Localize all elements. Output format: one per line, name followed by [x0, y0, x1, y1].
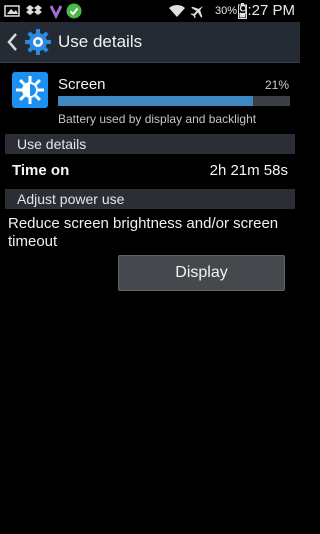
usage-item-percent: 21%	[264, 78, 289, 92]
time-on-value: 2h 21m 58s	[209, 162, 288, 179]
battery-percent: 30%	[214, 5, 237, 17]
wifi-icon	[169, 4, 185, 17]
usage-progress-fill	[58, 96, 253, 106]
clock-time: 9:27 PM	[239, 2, 295, 19]
power-tip-text: Reduce screen brightness and/or screen t…	[8, 215, 279, 250]
section-header-label: Use details	[17, 136, 87, 152]
gallery-icon	[4, 5, 20, 17]
usage-item-name: Screen	[58, 76, 106, 93]
usage-item-description: Battery used by display and backlight	[58, 112, 257, 126]
usage-progress-bar	[58, 96, 290, 106]
dropbox-icon	[26, 5, 42, 15]
action-bar: Use details	[0, 22, 300, 63]
display-settings-button[interactable]: Display	[118, 255, 285, 291]
screen-brightness-icon	[12, 72, 48, 108]
check-icon	[66, 3, 82, 19]
time-on-label: Time on	[12, 162, 70, 179]
airplane-mode-icon	[190, 6, 203, 19]
section-header-label: Adjust power use	[17, 191, 125, 207]
status-bar: 30% 9:27 PM	[0, 0, 300, 22]
section-header-adjust-power: Adjust power use	[5, 189, 295, 209]
time-on-row: Time on 2h 21m 58s	[0, 160, 300, 184]
back-button[interactable]	[4, 30, 20, 54]
settings-gear-icon	[25, 29, 51, 55]
viber-icon	[49, 5, 63, 19]
usage-item-screen: Screen 21% Battery used by display and b…	[0, 66, 300, 128]
page-title: Use details	[58, 32, 143, 51]
section-header-use-details: Use details	[5, 134, 295, 154]
